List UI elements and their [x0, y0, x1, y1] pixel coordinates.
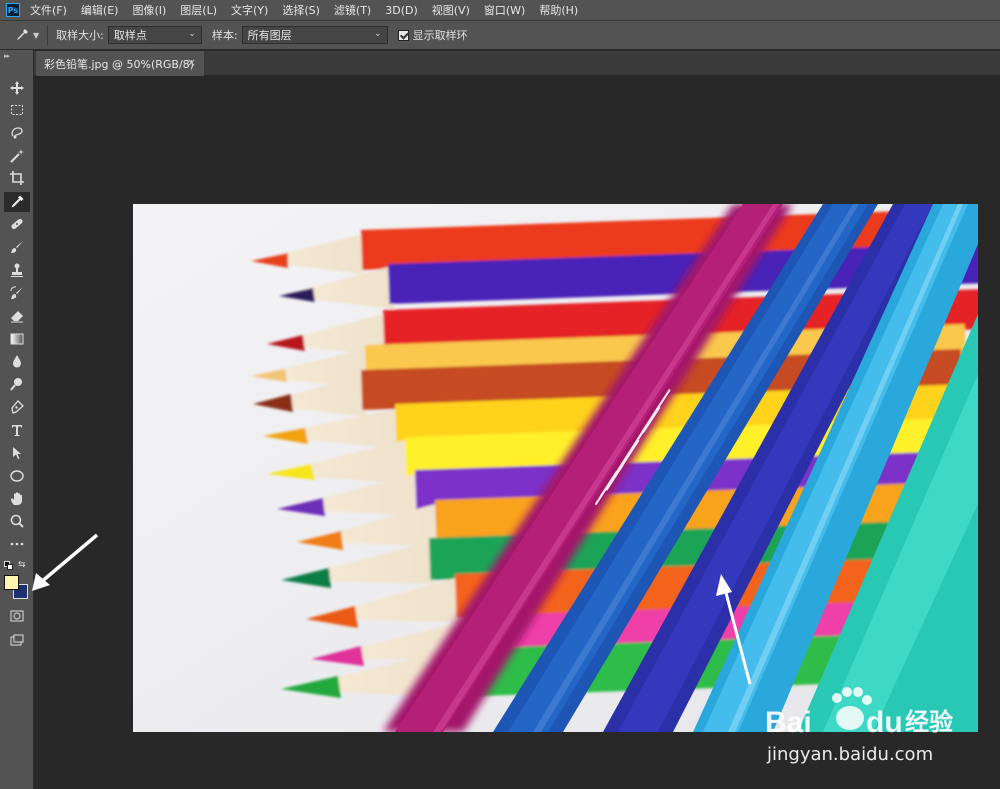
- menu-layer[interactable]: 图层(L): [180, 2, 217, 18]
- move-icon: [10, 81, 24, 95]
- document-tab-bar: 彩色铅笔.jpg @ 50%(RGB/8) ×: [34, 51, 1000, 76]
- more-tools[interactable]: [4, 534, 30, 554]
- watermark-product: 经验: [905, 708, 953, 736]
- type-icon: [12, 425, 22, 436]
- menu-type[interactable]: 文字(Y): [231, 2, 268, 18]
- chevron-down-icon: ⌄: [374, 29, 382, 39]
- sample-size-label: 取样大小:: [56, 29, 104, 42]
- gradient-tool[interactable]: [4, 329, 30, 349]
- eraser-tool[interactable]: [4, 306, 30, 326]
- menu-filter[interactable]: 滤镜(T): [334, 2, 371, 18]
- pen-tool[interactable]: [4, 397, 30, 417]
- history-brush-icon: [10, 286, 23, 299]
- marquee-tool[interactable]: [4, 100, 30, 120]
- history-brush-tool[interactable]: [4, 283, 30, 303]
- rectangular-marquee-icon: [11, 105, 23, 115]
- image-canvas[interactable]: [133, 204, 978, 732]
- colored-pencils-photo: [133, 204, 978, 732]
- menu-select[interactable]: 选择(S): [282, 2, 320, 18]
- brush-icon: [11, 241, 23, 253]
- screen-mode-icon: [10, 634, 24, 646]
- magnifier-icon: [10, 514, 24, 528]
- foreground-color-swatch[interactable]: [4, 575, 19, 590]
- menu-image[interactable]: 图像(I): [132, 2, 166, 18]
- panel-collapse-icon[interactable]: ▸▸: [4, 52, 10, 60]
- ellipse-icon: [10, 470, 24, 482]
- lasso-tool[interactable]: [4, 123, 30, 143]
- zoom-tool[interactable]: [4, 511, 30, 531]
- gradient-icon: [10, 333, 24, 345]
- screen-mode-button[interactable]: [4, 630, 30, 650]
- eraser-icon: [11, 311, 23, 323]
- close-icon[interactable]: ×: [187, 56, 196, 69]
- options-separator: [47, 25, 49, 45]
- pen-icon: [11, 400, 24, 414]
- move-tool[interactable]: [4, 78, 30, 98]
- sample-value: 所有图层: [247, 29, 292, 42]
- blur-tool[interactable]: [4, 351, 30, 371]
- eyedropper-preset-icon[interactable]: [14, 27, 30, 43]
- quick-selection-icon: [11, 127, 23, 139]
- crop-icon: [10, 171, 24, 185]
- menu-view[interactable]: 视图(V): [432, 2, 470, 18]
- healing-tool[interactable]: [4, 214, 30, 234]
- document-tab[interactable]: 彩色铅笔.jpg @ 50%(RGB/8) ×: [36, 51, 204, 76]
- options-bar: ▼ 取样大小: 取样点 ⌄ 样本: 所有图层 ⌄ 显示取样环: [0, 20, 1000, 50]
- watermark-brand-suffix: du: [866, 706, 903, 739]
- eyedropper-icon: [11, 195, 24, 208]
- document-tab-title: 彩色铅笔.jpg @ 50%(RGB/8): [44, 57, 194, 71]
- path-selection-tool[interactable]: [4, 443, 30, 463]
- menu-bar: Ps 文件(F) 编辑(E) 图像(I) 图层(L) 文字(Y) 选择(S) 滤…: [0, 0, 1000, 20]
- tool-preset-chevron-icon[interactable]: ▼: [33, 31, 39, 40]
- show-sampling-ring-label: 显示取样环: [412, 29, 468, 42]
- dodge-tool[interactable]: [4, 374, 30, 394]
- sample-dropdown[interactable]: 所有图层 ⌄: [241, 26, 388, 44]
- watermark-url: jingyan.baidu.com: [766, 744, 933, 765]
- sample-label: 样本:: [211, 29, 238, 42]
- magic-wand-icon: [10, 149, 24, 163]
- ellipse-tool[interactable]: [4, 466, 30, 486]
- baidu-jingyan-watermark: Bai du 经验 jingyan.baidu.com: [765, 687, 953, 765]
- dodge-icon: [10, 378, 22, 391]
- menu-help[interactable]: 帮助(H): [539, 2, 578, 18]
- default-colors-icon[interactable]: [4, 561, 13, 570]
- magic-wand-tool[interactable]: [4, 146, 30, 166]
- crop-tool[interactable]: [4, 168, 30, 188]
- hand-tool[interactable]: [4, 489, 30, 509]
- tools-panel: ▸▸ ⇆: [0, 50, 34, 789]
- type-tool[interactable]: [4, 420, 30, 440]
- cursor-arrow-icon: [13, 447, 21, 459]
- sample-size-dropdown[interactable]: 取样点 ⌄: [107, 26, 202, 44]
- swap-colors-icon[interactable]: ⇆: [18, 560, 26, 570]
- eyedropper-tool[interactable]: [4, 192, 30, 212]
- droplet-icon: [13, 355, 21, 368]
- photoshop-logo: Ps: [6, 3, 20, 17]
- quick-mask-icon: [10, 610, 24, 622]
- quick-mask-button[interactable]: [4, 606, 30, 626]
- show-sampling-ring-checkbox[interactable]: [397, 29, 409, 41]
- menu-file[interactable]: 文件(F): [30, 2, 67, 18]
- watermark-brand: Bai: [765, 706, 812, 739]
- menu-window[interactable]: 窗口(W): [484, 2, 525, 18]
- stamp-icon: [11, 263, 23, 277]
- chevron-down-icon: ⌄: [188, 29, 196, 39]
- more-dots-icon: [10, 542, 24, 546]
- bandage-icon: [11, 218, 23, 230]
- hand-icon: [11, 492, 22, 505]
- menu-edit[interactable]: 编辑(E): [81, 2, 119, 18]
- sample-size-value: 取样点: [113, 29, 147, 42]
- menu-3d[interactable]: 3D(D): [385, 4, 418, 17]
- brush-tool[interactable]: [4, 237, 30, 257]
- clone-stamp-tool[interactable]: [4, 260, 30, 280]
